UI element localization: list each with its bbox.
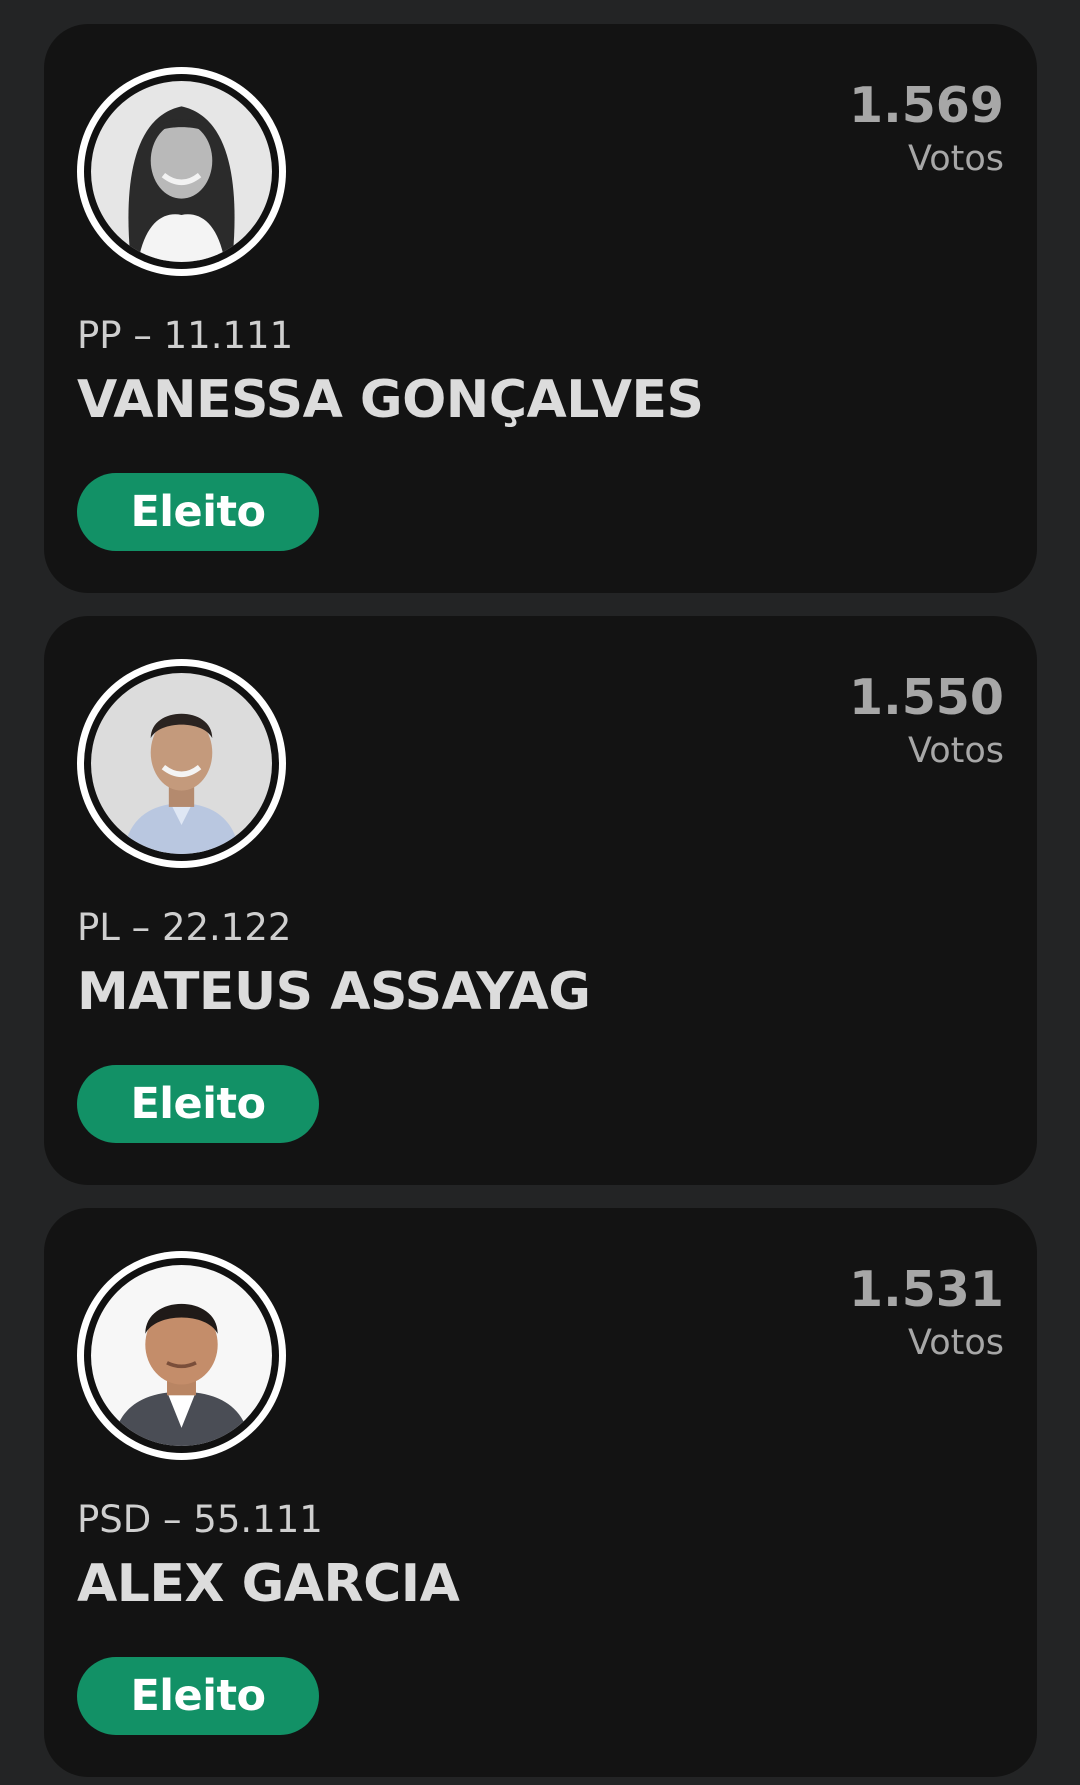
votes-label: Votos xyxy=(907,731,1004,771)
votes-block: 1.531 Votos xyxy=(849,1262,1004,1366)
candidate-list: 1.569 Votos PP – 11.111 VANESSA GONÇALVE… xyxy=(0,0,1080,1785)
candidate-card[interactable]: 1.550 Votos PL – 22.122 MATEUS ASSAYAG E… xyxy=(44,616,1037,1185)
candidate-card[interactable]: 1.531 Votos PSD – 55.111 ALEX GARCIA Ele… xyxy=(44,1208,1037,1777)
votes-block: 1.569 Votos xyxy=(849,78,1004,182)
candidate-card[interactable]: 1.569 Votos PP – 11.111 VANESSA GONÇALVE… xyxy=(44,24,1037,593)
votes-label: Votos xyxy=(907,1323,1004,1363)
candidate-avatar xyxy=(77,1251,286,1460)
party-number: PP – 11.111 xyxy=(77,314,294,357)
party-number: PSD – 55.111 xyxy=(77,1498,323,1541)
votes-count: 1.531 xyxy=(849,1261,1004,1318)
votes-count: 1.550 xyxy=(849,669,1004,726)
party-number: PL – 22.122 xyxy=(77,906,292,949)
candidate-avatar xyxy=(77,659,286,868)
votes-count: 1.569 xyxy=(849,77,1004,134)
candidate-avatar xyxy=(77,67,286,276)
status-badge: Eleito xyxy=(77,1657,319,1735)
candidate-name: MATEUS ASSAYAG xyxy=(77,962,591,1022)
status-badge: Eleito xyxy=(77,473,319,551)
candidate-photo xyxy=(91,1265,272,1446)
status-badge: Eleito xyxy=(77,1065,319,1143)
candidate-name: ALEX GARCIA xyxy=(77,1554,460,1614)
candidate-photo xyxy=(91,81,272,262)
candidate-photo xyxy=(91,673,272,854)
votes-block: 1.550 Votos xyxy=(849,670,1004,774)
votes-label: Votos xyxy=(907,139,1004,179)
candidate-name: VANESSA GONÇALVES xyxy=(77,370,704,430)
